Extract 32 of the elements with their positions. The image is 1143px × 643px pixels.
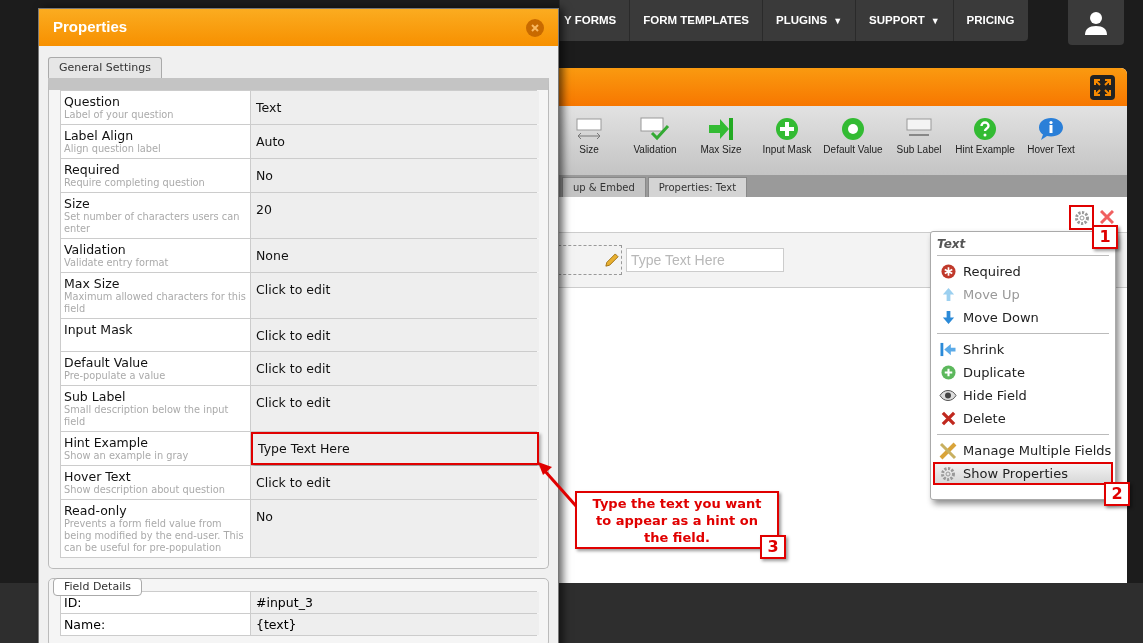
property-description: Show an example in gray (64, 450, 190, 462)
property-label: Input Mask (64, 322, 134, 337)
step-number: 2 (1104, 482, 1130, 506)
property-label: Required (64, 162, 121, 177)
detail-label: Name: (61, 614, 251, 635)
property-description: Set number of characters users can enter (64, 211, 241, 235)
detail-value: {text} (251, 614, 539, 635)
property-description: Maximum allowed characters for this field (64, 291, 247, 315)
property-label: Validation (64, 242, 127, 257)
property-label: Hint Example (64, 435, 149, 450)
property-description: Prevents a form field value from being modified by the end-user. This can be useful for pre-population (64, 518, 245, 554)
section-legend: Field Details (53, 578, 143, 596)
property-description: Align question label (64, 143, 162, 155)
property-description: Validate entry format (64, 257, 170, 269)
property-label: Question (64, 94, 121, 109)
property-label: Read-only (64, 503, 128, 518)
property-label: Label Align (64, 128, 135, 143)
property-label: Sub Label (64, 389, 127, 404)
property-description: Require completing question (64, 177, 206, 189)
property-description: Pre-populate a value (64, 370, 167, 382)
detail-value: #input_3 (251, 592, 539, 613)
detail-label: ID: (61, 592, 251, 613)
property-label: Size (64, 196, 91, 211)
property-label: Default Value (64, 355, 149, 370)
property-description: Small description below the input field (64, 404, 230, 428)
property-label: Max Size (64, 276, 121, 291)
dialog-title: Properties (53, 17, 128, 38)
property-description: Show description about question (64, 484, 226, 496)
step-number: 1 (1092, 225, 1118, 249)
property-description: Label of your question (64, 109, 175, 121)
step-number: 3 (760, 535, 786, 559)
property-label: Hover Text (64, 469, 132, 484)
